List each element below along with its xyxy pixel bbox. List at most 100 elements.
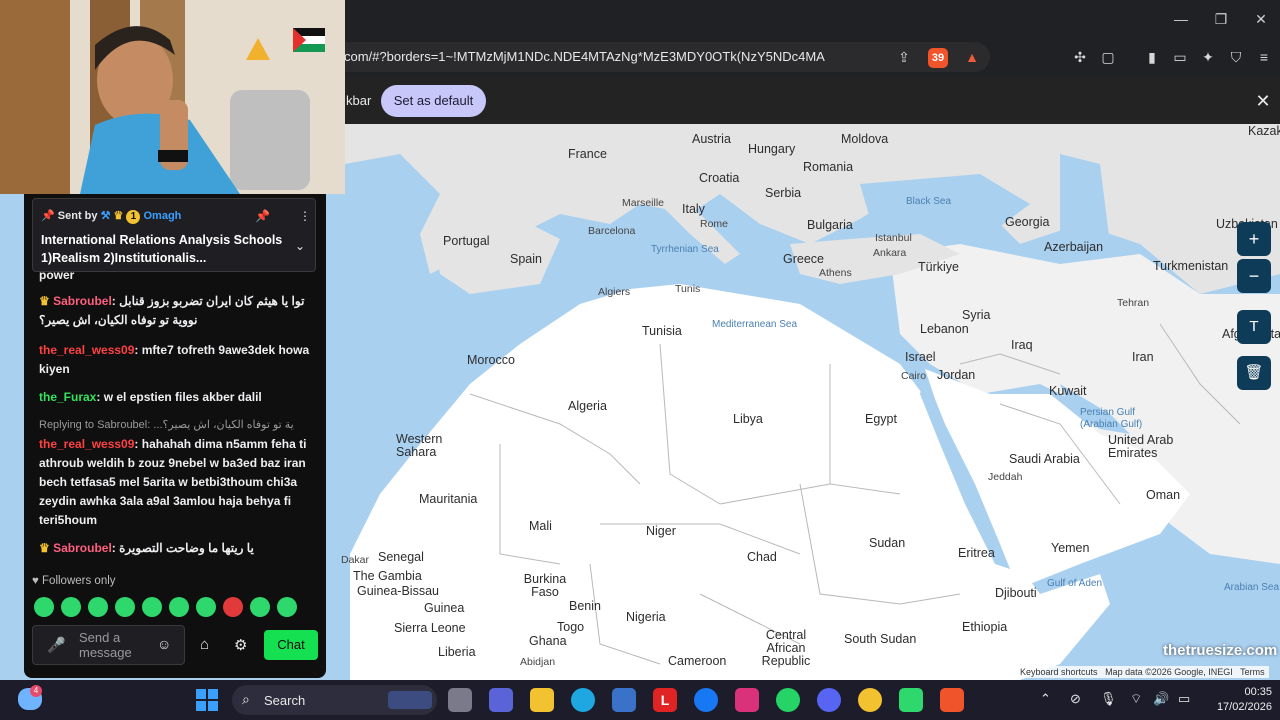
label-senegal: Senegal bbox=[378, 550, 424, 564]
label-mali: Mali bbox=[529, 519, 552, 533]
set-as-default-button[interactable]: Set as default bbox=[381, 85, 486, 117]
chat-text: w el epstien files akber dalil bbox=[103, 390, 262, 404]
camera-off-icon[interactable]: ⊘ bbox=[1070, 691, 1081, 707]
pinned-message[interactable]: 📌 Sent by ⚒ ♛ 1 Omagh 📌 ⋮ International … bbox=[32, 198, 316, 272]
chrome-icon[interactable] bbox=[858, 688, 882, 712]
trash-icon[interactable]: 🗑 bbox=[1237, 356, 1271, 390]
leo-ai-icon[interactable]: ✦ bbox=[1198, 47, 1218, 67]
chat-username[interactable]: the_real_wess09 bbox=[39, 343, 134, 357]
extensions-icon[interactable]: ✣ bbox=[1070, 47, 1090, 67]
site-brand: thetruesize.com bbox=[1163, 642, 1278, 659]
label-benin: Benin bbox=[569, 599, 601, 613]
store-app-icon[interactable] bbox=[612, 688, 636, 712]
streaming-app-icon[interactable] bbox=[899, 688, 923, 712]
emote-icon[interactable] bbox=[61, 597, 81, 617]
unpin-icon[interactable]: 📌 bbox=[255, 209, 270, 223]
city-tehran: Tehran bbox=[1117, 297, 1150, 309]
taskbar: 4 ⌕ Search L ⌃ ⊘ 🎙 ⌔ 🔊 ▭ 00:35 17/02/202… bbox=[0, 680, 1280, 720]
label-oman: Oman bbox=[1146, 488, 1181, 502]
chat-input[interactable]: 🎤 Send a message ☺ bbox=[32, 625, 185, 665]
volume-icon[interactable]: 🔊 bbox=[1153, 691, 1169, 707]
edge-icon[interactable] bbox=[571, 688, 595, 712]
minimize-button[interactable]: — bbox=[1166, 8, 1196, 30]
more-options-icon[interactable]: ⋮ bbox=[299, 209, 311, 223]
microphone-icon[interactable]: 🎙 bbox=[1100, 691, 1117, 707]
brave-rewards-icon[interactable]: ▲ bbox=[962, 47, 982, 67]
banner-close-icon[interactable]: ✕ bbox=[1253, 91, 1273, 111]
chat-username[interactable]: the_Furax bbox=[39, 390, 96, 404]
microphone-icon[interactable]: 🎤 bbox=[47, 636, 66, 654]
task-view-icon[interactable] bbox=[448, 688, 472, 712]
label-central-african-republic: Central African Republic bbox=[761, 628, 811, 668]
app-l-icon[interactable]: L bbox=[653, 688, 677, 712]
label-jordan: Jordan bbox=[937, 368, 976, 382]
label-israel: Israel bbox=[905, 350, 936, 364]
zoom-out-button[interactable]: − bbox=[1237, 259, 1271, 293]
clock-date: 17/02/2026 bbox=[1216, 701, 1272, 713]
label-bulgaria: Bulgaria bbox=[807, 218, 853, 232]
chat-username[interactable]: the_real_wess09 bbox=[39, 437, 134, 451]
chat-username[interactable]: Sabroubel bbox=[53, 541, 112, 555]
label-spain: Spain bbox=[510, 252, 542, 266]
label-nigeria: Nigeria bbox=[626, 610, 666, 624]
label-ghana: Ghana bbox=[529, 634, 567, 648]
label-niger: Niger bbox=[646, 524, 676, 538]
zoom-in-button[interactable]: + bbox=[1237, 222, 1271, 256]
emote-icon[interactable] bbox=[169, 597, 189, 617]
keyboard-shortcuts-link[interactable]: Keyboard shortcuts bbox=[1020, 667, 1098, 677]
emote-icon[interactable] bbox=[115, 597, 135, 617]
share-icon[interactable]: ⇪ bbox=[894, 47, 914, 67]
wifi-icon[interactable]: ⌔ bbox=[1130, 691, 1142, 707]
chat-username[interactable]: Sabroubel bbox=[53, 294, 112, 308]
emote-icon[interactable] bbox=[277, 597, 297, 617]
emote-icon[interactable] bbox=[88, 597, 108, 617]
label-western-sahara: Western Sahara bbox=[396, 432, 443, 459]
city-tunis: Tunis bbox=[675, 283, 701, 295]
chevron-up-icon[interactable]: ⌃ bbox=[1040, 691, 1051, 707]
reader-icon[interactable]: ▢ bbox=[1098, 47, 1118, 67]
crown-icon: ♛ bbox=[113, 210, 124, 222]
windows-start-icon[interactable] bbox=[196, 689, 218, 711]
chevron-down-icon[interactable]: ⌄ bbox=[295, 239, 305, 253]
gear-icon[interactable]: ⚙ bbox=[234, 636, 247, 654]
emote-icon[interactable] bbox=[223, 597, 243, 617]
text-tool-icon[interactable]: T bbox=[1237, 310, 1271, 344]
address-bar[interactable]: com/#?borders=1~!MTMzMjM1NDc.NDE4MTAzNg*… bbox=[330, 42, 990, 72]
battery-icon[interactable]: ▭ bbox=[1178, 691, 1190, 707]
vpn-shield-icon[interactable]: ⛉ bbox=[1226, 47, 1246, 67]
emote-icon[interactable] bbox=[196, 597, 216, 617]
label-guinea: Guinea bbox=[424, 601, 465, 615]
emote-icon[interactable] bbox=[34, 597, 54, 617]
emote-icon[interactable] bbox=[250, 597, 270, 617]
file-explorer-icon[interactable] bbox=[530, 688, 554, 712]
instagram-icon[interactable] bbox=[735, 688, 759, 712]
label-tunisia: Tunisia bbox=[642, 324, 682, 338]
notification-badge: 4 bbox=[30, 685, 42, 697]
discord-icon[interactable] bbox=[817, 688, 841, 712]
city-istanbul: Istanbul bbox=[875, 232, 912, 244]
facebook-icon[interactable] bbox=[694, 688, 718, 712]
maximize-button[interactable]: ❐ bbox=[1206, 8, 1236, 30]
whatsapp-icon[interactable] bbox=[776, 688, 800, 712]
label-yemen: Yemen bbox=[1051, 541, 1090, 555]
close-window-button[interactable]: ✕ bbox=[1246, 8, 1276, 30]
city-dakar: Dakar bbox=[341, 554, 370, 566]
store-icon[interactable]: ⌂ bbox=[200, 636, 209, 653]
followers-only-text: Followers only bbox=[42, 575, 116, 587]
brave-icon[interactable] bbox=[940, 688, 964, 712]
emoji-icon[interactable]: ☺ bbox=[157, 636, 171, 652]
label-austria: Austria bbox=[692, 132, 731, 146]
chat-send-button[interactable]: Chat bbox=[264, 630, 318, 660]
sidebar-icon[interactable]: ▮ bbox=[1142, 47, 1162, 67]
menu-icon[interactable]: ≡ bbox=[1254, 47, 1274, 67]
emote-icon[interactable] bbox=[142, 597, 162, 617]
microsoft365-icon[interactable] bbox=[489, 688, 513, 712]
sea-gulf-of-aden: Gulf of Aden bbox=[1047, 578, 1103, 589]
label-france: France bbox=[568, 147, 607, 161]
clock[interactable]: 00:35 17/02/2026 bbox=[1208, 685, 1272, 715]
brave-shields-icon[interactable]: 39 bbox=[928, 48, 948, 68]
badge-icon: ⚒ bbox=[100, 210, 111, 222]
terms-link[interactable]: Terms bbox=[1240, 667, 1265, 677]
taskbar-search[interactable]: ⌕ Search bbox=[232, 685, 437, 715]
wallet-icon[interactable]: ▭ bbox=[1170, 47, 1190, 67]
